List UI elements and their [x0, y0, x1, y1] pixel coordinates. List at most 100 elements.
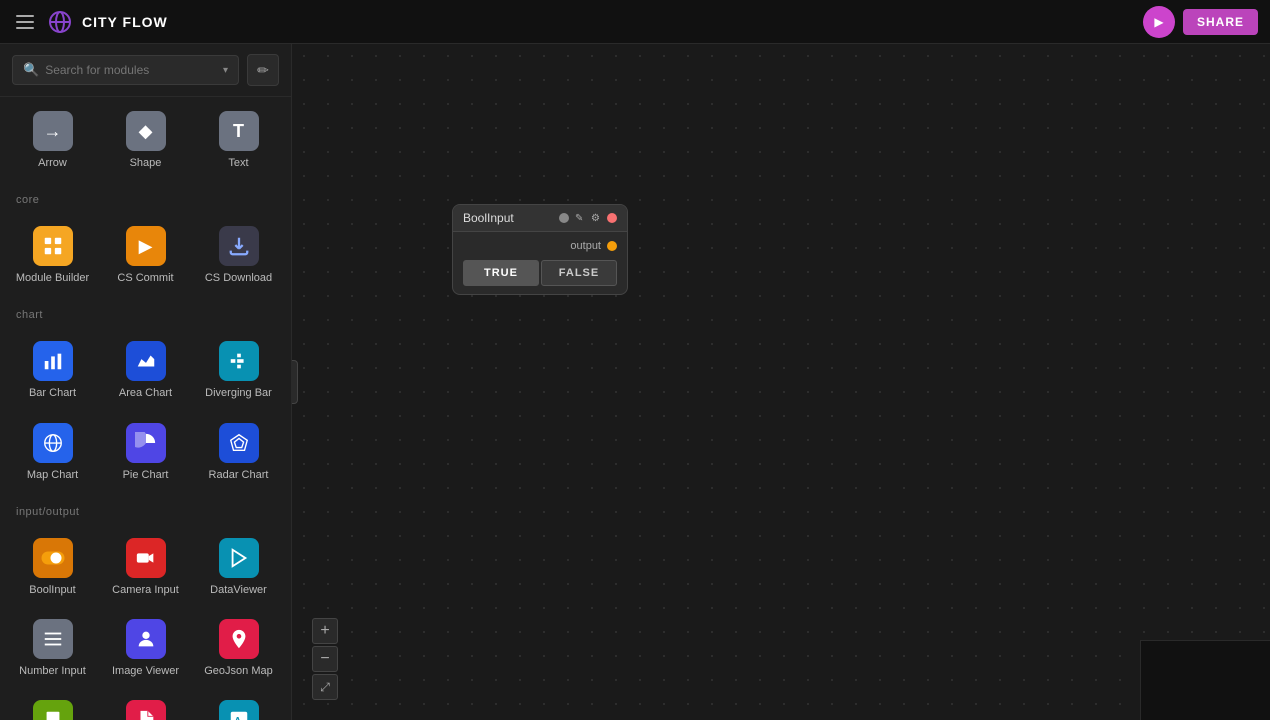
chevron-down-icon: ▾ [223, 65, 228, 76]
svg-text:A: A [234, 716, 241, 720]
module-label-camera-input: Camera Input [112, 584, 179, 597]
map-chart-icon [33, 423, 73, 463]
module-label-cs-download: CS Download [205, 272, 272, 285]
area-chart-icon [126, 341, 166, 381]
node-pin-button[interactable] [559, 213, 569, 223]
geojson-map-icon [219, 619, 259, 659]
module-label-image-viewer: Image Viewer [112, 665, 179, 678]
section-label-inputoutput: input/output [0, 494, 291, 524]
text-icon: T [219, 111, 259, 151]
canvas-area[interactable]: « BoolInput ✎ ⚙ output [292, 44, 1270, 720]
node-header: BoolInput ✎ ⚙ [453, 205, 627, 232]
section-label-core: core [0, 182, 291, 212]
sidebar-content: → Arrow ◆ Shape T Text core [0, 97, 291, 720]
radar-chart-icon [219, 423, 259, 463]
module-item-diverging-bar[interactable]: Diverging Bar [194, 331, 283, 408]
module-label-module-builder: Module Builder [16, 272, 89, 285]
node-body: output TRUE FALSE [453, 232, 627, 294]
module-label-cs-commit: CS Commit [117, 272, 173, 285]
module-item-radar-chart[interactable]: Radar Chart [194, 413, 283, 490]
module-label-number-input: Number Input [19, 665, 86, 678]
chart-module-grid: Bar Chart Area Chart Diverging Bar [0, 327, 291, 493]
misc-module-grid: → Arrow ◆ Shape T Text [0, 97, 291, 182]
module-item-cs-commit[interactable]: ▶ CS Commit [101, 216, 190, 293]
section-label-chart: chart [0, 297, 291, 327]
bool-false-button[interactable]: FALSE [541, 260, 617, 286]
module-item-geojson-map[interactable]: GeoJson Map [194, 609, 283, 686]
topbar-right: ▶ SHARE [1143, 6, 1258, 38]
node-card: BoolInput ✎ ⚙ output TRUE FA [452, 204, 628, 295]
module-item-form-input[interactable]: Form Input [8, 690, 97, 720]
cs-download-icon [219, 226, 259, 266]
module-label-diverging-bar: Diverging Bar [205, 387, 272, 400]
module-item-data-viewer[interactable]: DataViewer [194, 528, 283, 605]
search-input[interactable] [45, 63, 217, 77]
module-item-cs-download[interactable]: CS Download [194, 216, 283, 293]
node-actions: ✎ ⚙ [559, 213, 617, 223]
module-label-arrow: Arrow [38, 157, 67, 170]
node-edit-button[interactable]: ✎ [575, 213, 585, 223]
minimap-panel [1140, 640, 1270, 720]
globe-icon [48, 10, 72, 34]
file-input-icon [126, 700, 166, 720]
module-item-area-chart[interactable]: Area Chart [101, 331, 190, 408]
search-box[interactable]: 🔍 ▾ [12, 55, 239, 85]
number-input-icon [33, 619, 73, 659]
node-close-button[interactable] [607, 213, 617, 223]
module-item-number-input[interactable]: Number Input [8, 609, 97, 686]
module-item-text[interactable]: T Text [194, 101, 283, 178]
sidebar: 🔍 ▾ ✏ → Arrow ◆ Shape T Text [0, 44, 292, 720]
core-module-grid: Module Builder ▶ CS Commit CS Download [0, 212, 291, 297]
arrow-icon: → [33, 111, 73, 151]
zoom-in-button[interactable]: + [312, 618, 338, 644]
module-item-file-input[interactable]: File Input [101, 690, 190, 720]
bool-true-button[interactable]: TRUE [463, 260, 539, 286]
node-settings-button[interactable]: ⚙ [591, 213, 601, 223]
topbar: CITY FLOW ▶ SHARE [0, 0, 1270, 44]
text-input-icon: A [219, 700, 259, 720]
module-label-bar-chart: Bar Chart [29, 387, 76, 400]
module-label-text: Text [228, 157, 248, 170]
module-item-image-viewer[interactable]: Image Viewer [101, 609, 190, 686]
camera-input-icon [126, 538, 166, 578]
edit-button[interactable]: ✏ [247, 54, 279, 86]
zoom-out-button[interactable]: − [312, 646, 338, 672]
module-item-module-builder[interactable]: Module Builder [8, 216, 97, 293]
module-item-arrow[interactable]: → Arrow [8, 101, 97, 178]
menu-button[interactable] [12, 11, 38, 33]
pie-chart-icon [126, 423, 166, 463]
shape-icon: ◆ [126, 111, 166, 151]
module-item-shape[interactable]: ◆ Shape [101, 101, 190, 178]
output-connector[interactable] [607, 241, 617, 251]
module-label-shape: Shape [130, 157, 162, 170]
image-viewer-icon [126, 619, 166, 659]
module-label-area-chart: Area Chart [119, 387, 172, 400]
module-item-map-chart[interactable]: Map Chart [8, 413, 97, 490]
main-layout: 🔍 ▾ ✏ → Arrow ◆ Shape T Text [0, 44, 1270, 720]
module-item-camera-input[interactable]: Camera Input [101, 528, 190, 605]
bar-chart-icon [33, 341, 73, 381]
cs-commit-icon: ▶ [126, 226, 166, 266]
sidebar-search-bar: 🔍 ▾ ✏ [0, 44, 291, 97]
node-output: output [463, 240, 617, 252]
zoom-fit-button[interactable]: ⤢ [312, 674, 338, 700]
share-button[interactable]: SHARE [1183, 9, 1258, 35]
data-viewer-icon [219, 538, 259, 578]
module-label-map-chart: Map Chart [27, 469, 78, 482]
form-input-icon [33, 700, 73, 720]
module-item-bar-chart[interactable]: Bar Chart [8, 331, 97, 408]
module-item-text-input[interactable]: A Text Input [194, 690, 283, 720]
module-item-pie-chart[interactable]: Pie Chart [101, 413, 190, 490]
output-label: output [570, 240, 601, 252]
topbar-left: CITY FLOW [12, 10, 168, 34]
zoom-controls: + − ⤢ [312, 618, 338, 700]
module-item-bool-input[interactable]: BoolInput [8, 528, 97, 605]
app-title: CITY FLOW [82, 14, 168, 30]
module-label-data-viewer: DataViewer [210, 584, 267, 597]
module-label-pie-chart: Pie Chart [123, 469, 169, 482]
module-label-geojson-map: GeoJson Map [204, 665, 272, 678]
play-button[interactable]: ▶ [1143, 6, 1175, 38]
search-icon: 🔍 [23, 62, 39, 78]
module-label-bool-input: BoolInput [29, 584, 75, 597]
collapse-sidebar-button[interactable]: « [292, 360, 298, 404]
